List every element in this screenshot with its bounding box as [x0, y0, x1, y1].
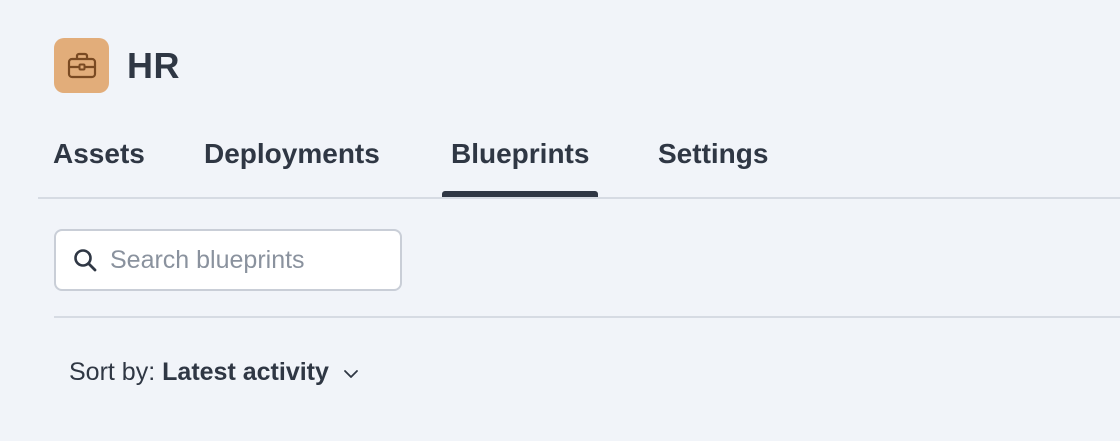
- tab-blueprints[interactable]: Blueprints: [441, 134, 599, 197]
- sort-value: Latest activity: [162, 358, 329, 386]
- app-icon-tile: [54, 38, 109, 93]
- search-box[interactable]: [54, 229, 402, 291]
- tab-bar: Assets Deployments Blueprints Settings: [38, 134, 1120, 199]
- tab-settings[interactable]: Settings: [658, 134, 768, 197]
- search-icon: [72, 247, 98, 273]
- search-input[interactable]: [110, 245, 380, 275]
- page-header: HR: [54, 38, 180, 93]
- sort-dropdown[interactable]: Sort by: Latest activity: [69, 358, 359, 387]
- tab-deployments[interactable]: Deployments: [204, 134, 380, 197]
- tab-assets[interactable]: Assets: [53, 134, 145, 197]
- briefcase-icon: [67, 52, 96, 78]
- chevron-down-icon: [343, 369, 359, 379]
- sort-label: Sort by:: [69, 358, 156, 386]
- page-title: HR: [127, 44, 180, 86]
- divider: [54, 316, 1120, 318]
